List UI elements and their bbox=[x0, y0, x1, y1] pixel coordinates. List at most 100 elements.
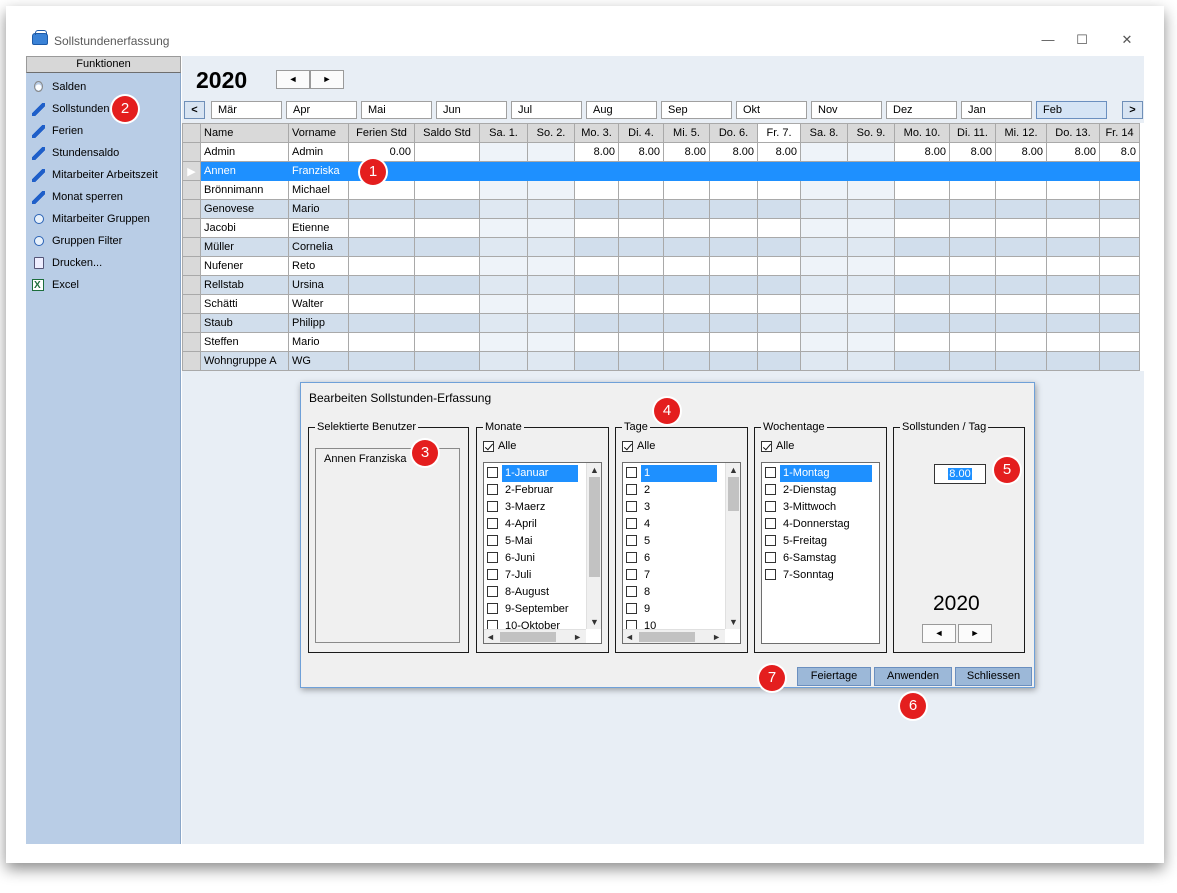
cell-day[interactable]: 8.00 bbox=[757, 142, 801, 162]
checkbox-icon[interactable] bbox=[765, 501, 776, 512]
cell-saldo[interactable] bbox=[414, 332, 480, 352]
cell-day[interactable] bbox=[894, 275, 950, 295]
row-header[interactable] bbox=[182, 180, 201, 200]
cell-day[interactable] bbox=[1099, 180, 1140, 200]
cell-day[interactable] bbox=[663, 180, 710, 200]
list-item[interactable]: 3-Maerz bbox=[487, 499, 548, 516]
apply-button[interactable]: Anwenden bbox=[874, 667, 952, 686]
column-header[interactable]: Sa. 8. bbox=[800, 123, 848, 143]
scroll-thumb[interactable] bbox=[728, 477, 739, 511]
checkbox-icon[interactable] bbox=[765, 484, 776, 495]
cell-day[interactable]: 8.0 bbox=[1099, 142, 1140, 162]
column-header[interactable]: Mo. 3. bbox=[574, 123, 619, 143]
close-dialog-button[interactable]: Schliessen bbox=[955, 667, 1032, 686]
list-item[interactable]: 5 bbox=[626, 533, 653, 550]
table-row[interactable]: Genovese Mario bbox=[182, 199, 1140, 219]
cell-day[interactable] bbox=[663, 237, 710, 257]
cell-day[interactable] bbox=[527, 142, 575, 162]
row-header[interactable] bbox=[182, 256, 201, 276]
cell-day[interactable] bbox=[1046, 332, 1100, 352]
cell-day[interactable] bbox=[757, 275, 801, 295]
table-row[interactable]: Müller Cornelia bbox=[182, 237, 1140, 257]
cell-day[interactable] bbox=[709, 313, 758, 333]
cell-day[interactable] bbox=[800, 199, 848, 219]
scroll-down-icon[interactable]: ▼ bbox=[590, 617, 599, 627]
cell-day[interactable] bbox=[527, 275, 575, 295]
list-item[interactable]: 3 bbox=[626, 499, 653, 516]
table-row[interactable]: Jacobi Etienne bbox=[182, 218, 1140, 238]
cell-day[interactable] bbox=[757, 313, 801, 333]
row-header[interactable] bbox=[182, 294, 201, 314]
scroll-thumb[interactable] bbox=[639, 632, 695, 642]
cell-day[interactable] bbox=[995, 218, 1047, 238]
year-next-button[interactable]: ► bbox=[310, 70, 344, 89]
cell-day[interactable] bbox=[949, 256, 996, 276]
cell-day[interactable] bbox=[527, 199, 575, 219]
cell-day[interactable] bbox=[1046, 313, 1100, 333]
cell-vorname[interactable]: Ursina bbox=[288, 275, 349, 295]
scroll-right-icon[interactable]: ► bbox=[712, 632, 721, 642]
cell-day[interactable] bbox=[527, 161, 575, 181]
month-tab[interactable]: Apr bbox=[286, 101, 357, 119]
checkbox-icon[interactable] bbox=[626, 518, 637, 529]
table-row[interactable]: Nufener Reto bbox=[182, 256, 1140, 276]
cell-day[interactable]: 8.00 bbox=[1046, 142, 1100, 162]
column-header[interactable]: Sa. 1. bbox=[479, 123, 528, 143]
cell-ferien[interactable] bbox=[348, 275, 415, 295]
cell-day[interactable] bbox=[663, 351, 710, 371]
list-item[interactable]: 5-Freitag bbox=[765, 533, 830, 550]
cell-day[interactable] bbox=[847, 313, 895, 333]
cell-day[interactable] bbox=[949, 218, 996, 238]
month-tab[interactable]: Jun bbox=[436, 101, 507, 119]
cell-day[interactable] bbox=[1099, 218, 1140, 238]
horizontal-scrollbar[interactable]: ◄ ► bbox=[484, 629, 586, 643]
cell-day[interactable] bbox=[479, 351, 528, 371]
cell-vorname[interactable]: Mario bbox=[288, 199, 349, 219]
list-item[interactable]: 3-Mittwoch bbox=[765, 499, 839, 516]
cell-day[interactable] bbox=[949, 237, 996, 257]
holidays-button[interactable]: Feiertage bbox=[797, 667, 871, 686]
hours-per-day-input[interactable]: 8.00 bbox=[934, 464, 986, 484]
cell-day[interactable] bbox=[663, 161, 710, 181]
cell-day[interactable] bbox=[618, 256, 664, 276]
cell-day[interactable] bbox=[800, 218, 848, 238]
month-tab[interactable]: Jul bbox=[511, 101, 582, 119]
cell-day[interactable] bbox=[949, 351, 996, 371]
month-tab[interactable]: Feb bbox=[1036, 101, 1107, 119]
selected-users-list[interactable]: Annen Franziska bbox=[315, 448, 460, 643]
month-tab[interactable]: Jan bbox=[961, 101, 1032, 119]
cell-day[interactable] bbox=[757, 256, 801, 276]
column-header[interactable]: Saldo Std bbox=[414, 123, 480, 143]
cell-day[interactable] bbox=[663, 275, 710, 295]
cell-day[interactable] bbox=[995, 313, 1047, 333]
cell-day[interactable] bbox=[574, 199, 619, 219]
cell-day[interactable] bbox=[1046, 199, 1100, 219]
cell-day[interactable] bbox=[709, 351, 758, 371]
cell-day[interactable] bbox=[995, 294, 1047, 314]
sidebar-item-stundensaldo[interactable]: Stundensaldo bbox=[30, 143, 178, 163]
table-row[interactable]: Rellstab Ursina bbox=[182, 275, 1140, 295]
row-header[interactable] bbox=[182, 351, 201, 371]
weekdays-list[interactable]: 1-Montag 2-Dienstag 3-Mittwoch 4-Donnerstag… bbox=[761, 462, 880, 644]
cell-day[interactable] bbox=[574, 275, 619, 295]
cell-day[interactable] bbox=[1099, 294, 1140, 314]
sidebar-item-ferien[interactable]: Ferien bbox=[30, 121, 178, 141]
cell-name[interactable]: Schätti bbox=[200, 294, 289, 314]
cell-day[interactable] bbox=[847, 332, 895, 352]
current-row-arrow-icon[interactable]: ▶ bbox=[182, 161, 201, 181]
cell-day[interactable] bbox=[847, 142, 895, 162]
cell-day[interactable] bbox=[847, 161, 895, 181]
cell-day[interactable] bbox=[618, 275, 664, 295]
cell-day[interactable] bbox=[709, 237, 758, 257]
list-item[interactable]: 2 bbox=[626, 482, 653, 499]
column-header[interactable]: Mi. 5. bbox=[663, 123, 710, 143]
list-item[interactable]: 6 bbox=[626, 550, 653, 567]
cell-day[interactable] bbox=[527, 180, 575, 200]
cell-saldo[interactable] bbox=[414, 199, 480, 219]
scroll-down-icon[interactable]: ▼ bbox=[729, 617, 738, 627]
cell-day[interactable] bbox=[618, 237, 664, 257]
column-header[interactable]: Di. 11. bbox=[949, 123, 996, 143]
row-header[interactable] bbox=[182, 275, 201, 295]
cell-day[interactable] bbox=[479, 294, 528, 314]
cell-day[interactable] bbox=[479, 199, 528, 219]
